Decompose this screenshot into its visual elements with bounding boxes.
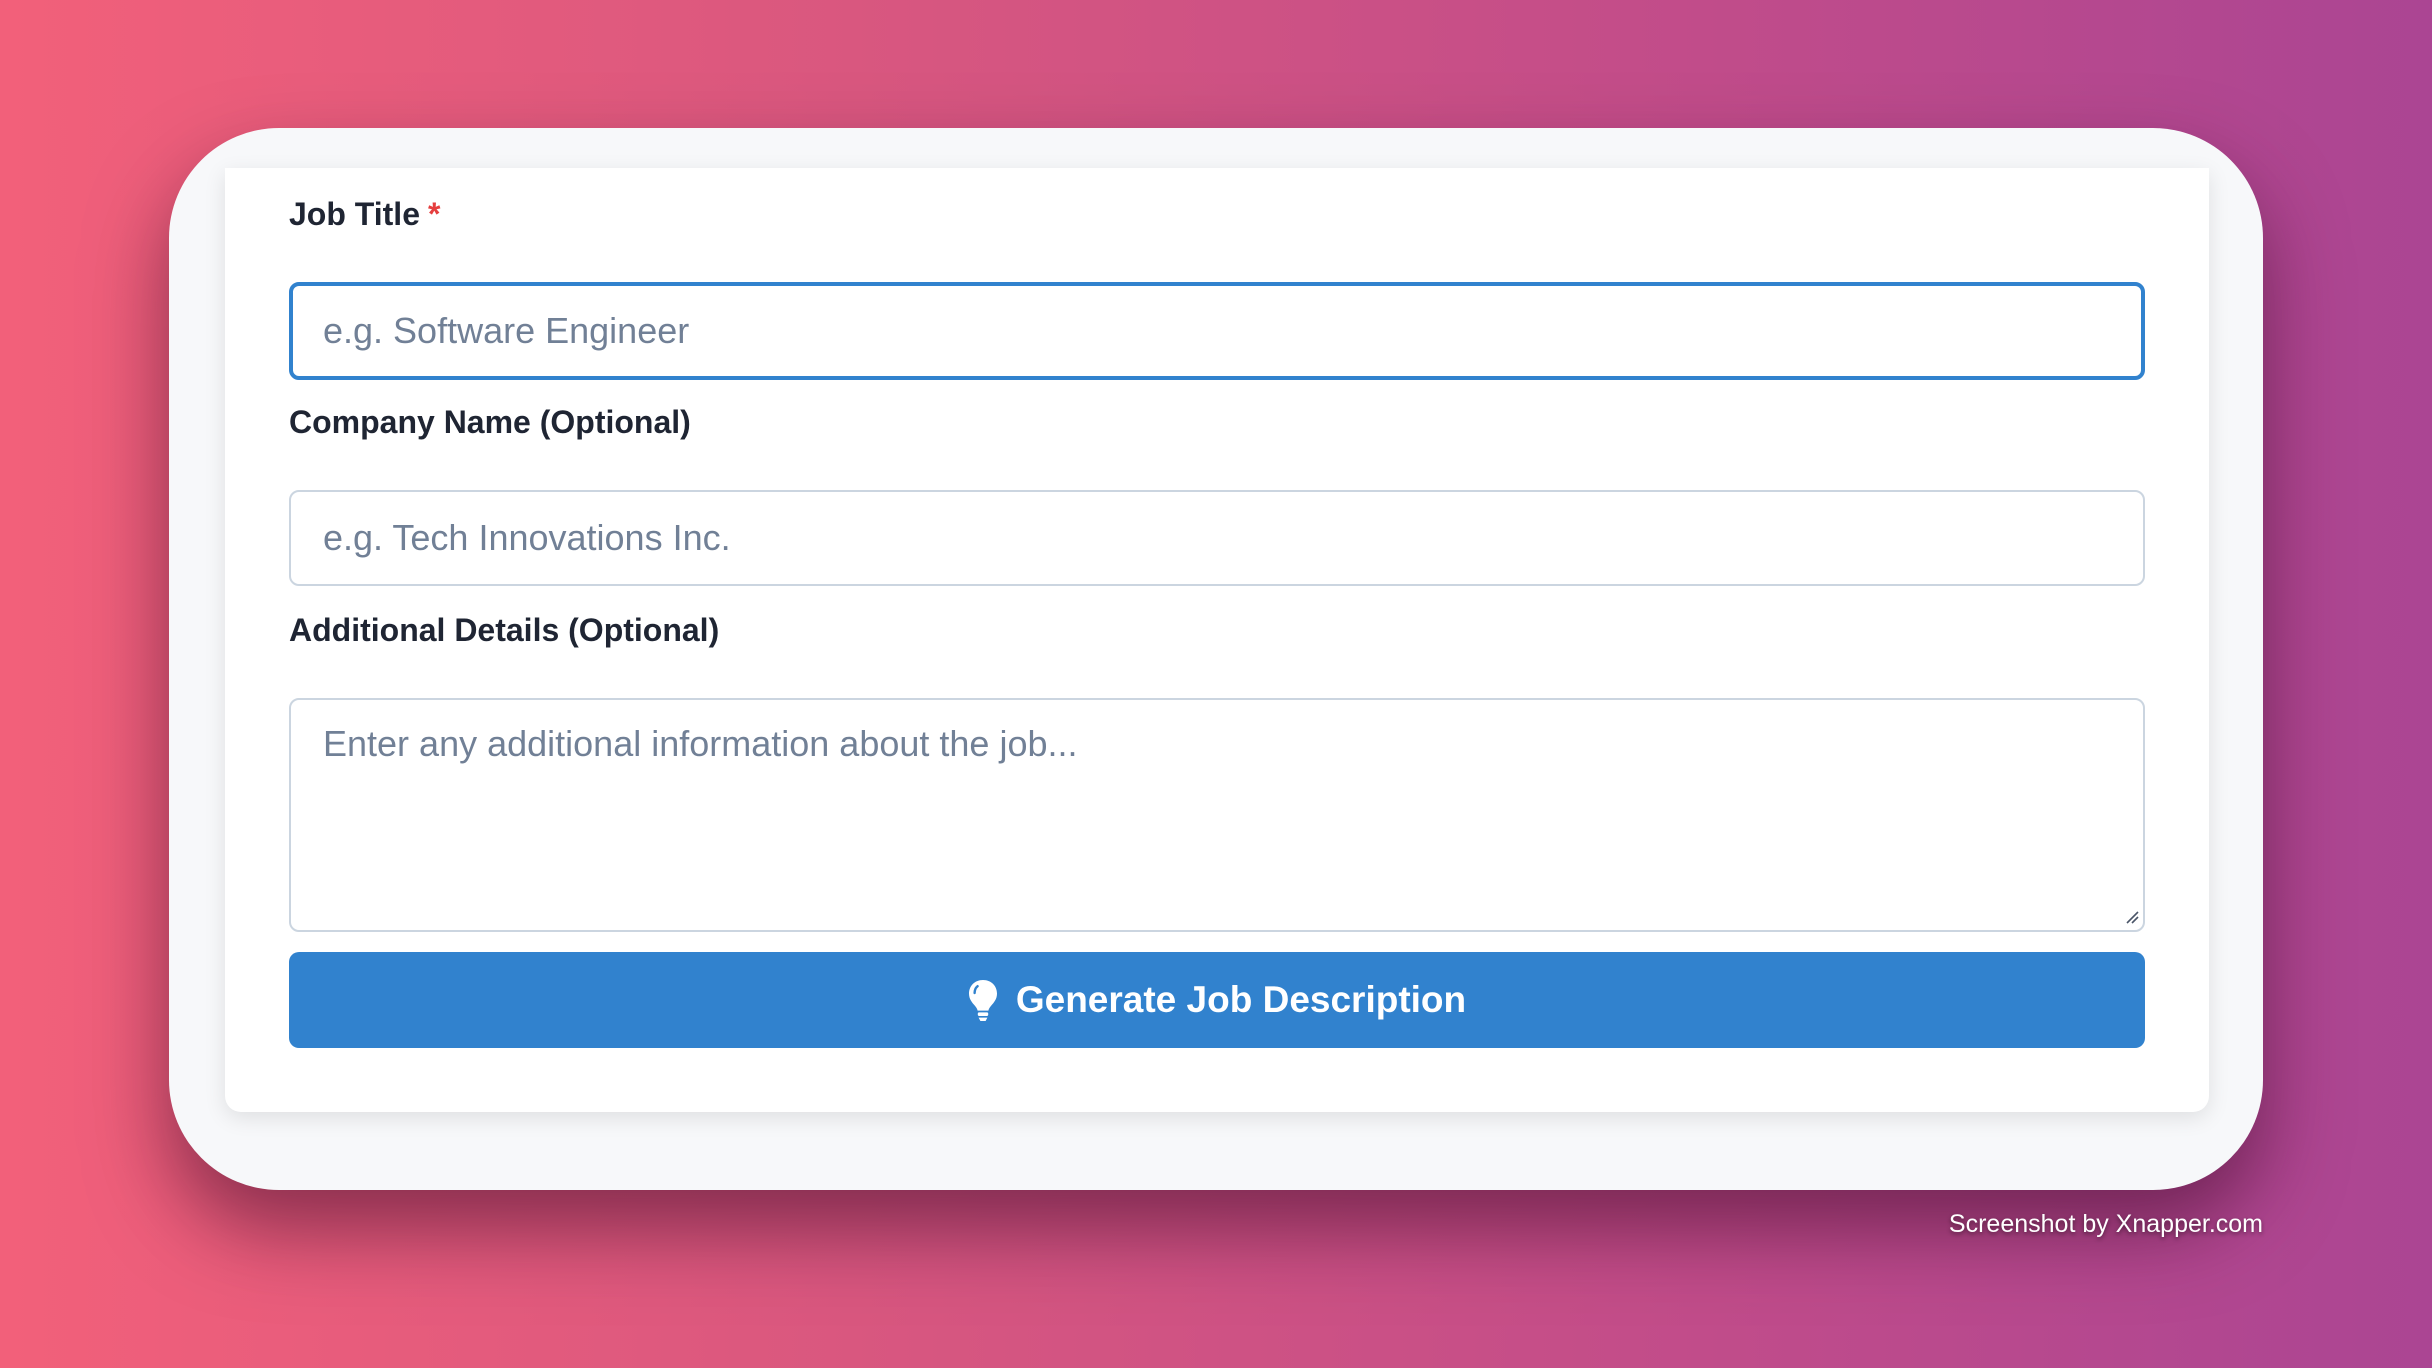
additional-details-textarea[interactable]	[289, 698, 2145, 932]
additional-details-label: Additional Details (Optional)	[289, 612, 720, 648]
company-name-input[interactable]	[289, 490, 2145, 586]
generate-job-description-button[interactable]: Generate Job Description	[289, 952, 2145, 1048]
app-window: Job Title* Company Name (Optional) Addit…	[169, 128, 2263, 1190]
required-asterisk: *	[427, 196, 441, 232]
job-title-label: Job Title *	[289, 196, 440, 233]
company-name-label: Company Name (Optional)	[289, 404, 691, 440]
job-title-label-text: Job Title	[289, 196, 420, 232]
generate-button-label: Generate Job Description	[1015, 979, 1467, 1020]
lightbulb-icon	[968, 980, 997, 1021]
watermark-text: Screenshot by Xnapper.com	[1948, 1210, 2263, 1238]
resize-handle-icon[interactable]	[2123, 908, 2139, 924]
job-description-form: Job Title* Company Name (Optional) Addit…	[225, 168, 2209, 1112]
job-title-input[interactable]	[289, 282, 2145, 380]
